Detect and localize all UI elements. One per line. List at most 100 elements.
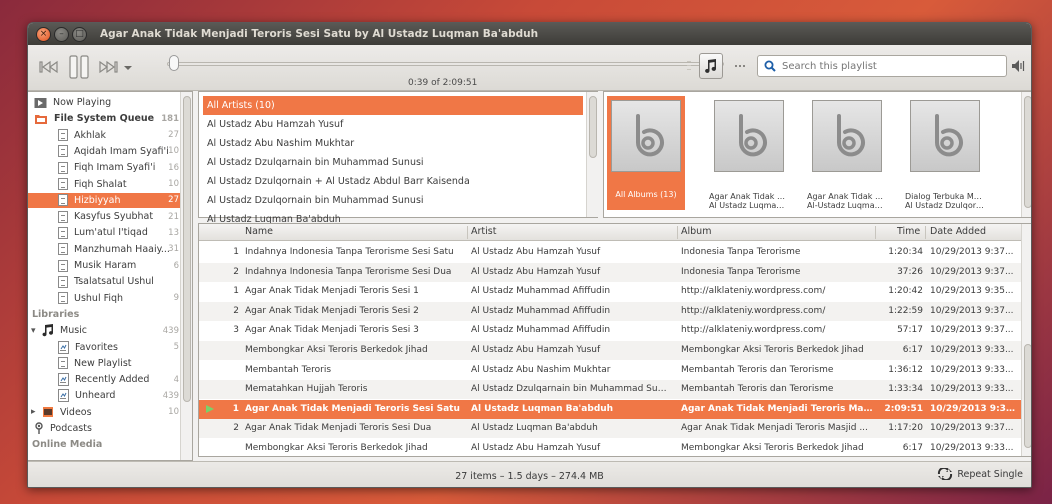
sidebar-item-label: Favorites bbox=[75, 341, 118, 353]
track-date-added: 10/29/2013 9:33... bbox=[930, 443, 1014, 453]
track-row[interactable]: 1 Agar Anak Tidak Menjadi Teroris Sesi Sa… bbox=[199, 399, 1021, 419]
sidebar-scrollbar[interactable] bbox=[180, 92, 192, 460]
sidebar-item-hizbiyyah[interactable]: Hizbiyyah 27 bbox=[28, 192, 183, 208]
track-row[interactable]: Membongkar Aksi Teroris Berkedok Jihad Al… bbox=[199, 341, 1021, 360]
album-tile[interactable]: Agar Anak Tidak Men...Al Ustadz Luqman B… bbox=[709, 100, 789, 210]
sidebar-item-new-playlist[interactable]: New Playlist bbox=[28, 356, 183, 371]
next-track-button[interactable] bbox=[97, 58, 119, 76]
artist-item[interactable]: Al Ustadz Dzulqornain bin Muhammad Sunus… bbox=[203, 191, 583, 210]
expanded-arrow-icon[interactable]: ▾ bbox=[31, 326, 36, 336]
sidebar-item-recently-added[interactable]: Recently Added 4 bbox=[28, 372, 183, 387]
player-toolbar: 0:39 of 2:09:51 bbox=[28, 45, 1031, 91]
track-time: 1:22:59 bbox=[888, 305, 923, 316]
track-row[interactable]: 2 Agar Anak Tidak Menjadi Teroris Sesi 2 A… bbox=[199, 301, 1021, 321]
track-date-added: 10/29/2013 9:35... bbox=[930, 286, 1014, 297]
view-options-icon[interactable] bbox=[734, 62, 746, 70]
album-scrollbar[interactable] bbox=[1021, 92, 1031, 217]
collapsed-arrow-icon[interactable]: ▸ bbox=[31, 407, 36, 417]
track-row[interactable]: Membantah Teroris Al Ustadz Abu Nashim Mu… bbox=[199, 361, 1021, 380]
seek-handle[interactable] bbox=[168, 55, 179, 71]
pause-button[interactable] bbox=[66, 52, 92, 82]
track-name: Membongkar Aksi Teroris Berkedok Jihad bbox=[245, 443, 428, 453]
sidebar-item-akhlak[interactable]: Akhlak 27 bbox=[28, 128, 183, 143]
track-date-added: 10/29/2013 9:37... bbox=[930, 403, 1018, 414]
artist-item[interactable]: Al Ustadz Abu Nashim Mukhtar bbox=[203, 134, 583, 153]
volume-icon[interactable] bbox=[1010, 58, 1026, 74]
seek-bar[interactable] bbox=[167, 62, 724, 66]
track-date-added: 10/29/2013 9:37... bbox=[930, 247, 1014, 257]
sidebar-item-podcasts[interactable]: Podcasts bbox=[28, 421, 183, 436]
artist-item[interactable]: Al Ustadz Abu Hamzah Yusuf bbox=[203, 115, 583, 134]
playlist-icon bbox=[58, 145, 68, 158]
sidebar-item-tsalatsatul-ushul[interactable]: Tsalatsatul Ushul bbox=[28, 274, 183, 289]
artist-scrollbar[interactable] bbox=[586, 92, 598, 217]
sidebar-item-music[interactable]: ▾ Music 439 bbox=[28, 323, 183, 338]
sidebar-item-favorites[interactable]: Favorites 5 bbox=[28, 340, 183, 355]
maximize-window-button[interactable]: □ bbox=[72, 26, 87, 42]
sidebar-item-aqidah-imam-syafi-i[interactable]: Aqidah Imam Syafi'i 10 bbox=[28, 144, 183, 159]
column-header-name[interactable]: Name bbox=[245, 226, 273, 237]
minimize-window-button[interactable]: – bbox=[54, 26, 69, 42]
all-artists-item[interactable]: All Artists (10) bbox=[203, 96, 583, 115]
column-header-artist[interactable]: Artist bbox=[471, 226, 496, 237]
track-row[interactable]: Mematahkan Hujjah Teroris Al Ustadz Dzulq… bbox=[199, 380, 1021, 400]
now-playing-indicator-icon bbox=[205, 404, 215, 417]
close-window-button[interactable]: × bbox=[36, 26, 51, 42]
track-row[interactable]: 1 Agar Anak Tidak Menjadi Teroris Sesi 1 A… bbox=[199, 282, 1021, 301]
track-scrollbar[interactable] bbox=[1021, 224, 1031, 456]
sidebar-item-unheard[interactable]: Unheard 439 bbox=[28, 388, 183, 403]
track-number: 3 bbox=[233, 325, 239, 336]
sidebar-item-lum-atul-i-tiqad[interactable]: Lum'atul I'tiqad 13 bbox=[28, 225, 183, 240]
track-row[interactable]: 2 Agar Anak Tidak Menjadi Teroris Sesi Du… bbox=[199, 419, 1021, 439]
repeat-mode-button[interactable]: Repeat Single bbox=[937, 468, 1023, 480]
album-tile[interactable]: Dialog Terbuka Mend...Al Ustadz Dzulqorn… bbox=[905, 100, 985, 210]
track-artist: Al Ustadz Abu Hamzah Yusuf bbox=[471, 266, 601, 277]
track-number: 1 bbox=[233, 286, 239, 297]
sidebar-item-kasyfus-syubhat[interactable]: Kasyfus Syubhat 21 bbox=[28, 209, 183, 224]
track-scroll-thumb[interactable] bbox=[1024, 344, 1031, 448]
playlist-icon bbox=[58, 243, 68, 256]
sidebar-item-count: 181 bbox=[161, 113, 179, 124]
album-cover-placeholder-icon bbox=[611, 100, 681, 172]
sidebar-item-ushul-fiqh[interactable]: Ushul Fiqh 9 bbox=[28, 291, 183, 306]
track-row[interactable]: 1 Indahnya Indonesia Tanpa Terorisme Sesi… bbox=[199, 243, 1021, 262]
sidebar-item-file-system-queue[interactable]: File System Queue 181 bbox=[28, 111, 183, 126]
track-artist: Al Ustadz Muhammad Afiffudin bbox=[471, 286, 611, 297]
sidebar-item-fiqh-imam-syafi-i[interactable]: Fiqh Imam Syafi'i 16 bbox=[28, 160, 183, 175]
column-header-album[interactable]: Album bbox=[681, 226, 711, 237]
music-view-button[interactable] bbox=[699, 53, 723, 79]
previous-track-button[interactable] bbox=[38, 58, 60, 76]
search-field[interactable] bbox=[757, 55, 1007, 77]
sidebar-item-label: Akhlak bbox=[74, 129, 106, 141]
track-time: 6:17 bbox=[902, 345, 923, 355]
sidebar-item-fiqh-shalat[interactable]: Fiqh Shalat 10 bbox=[28, 177, 183, 192]
playback-menu-arrow-icon[interactable] bbox=[123, 64, 133, 72]
artist-item[interactable]: Al Ustadz Dzulqornain + Al Ustadz Abdul … bbox=[203, 172, 583, 191]
album-scroll-thumb[interactable] bbox=[1024, 96, 1031, 208]
artist-item[interactable]: Al Ustadz Dzulqarnain bin Muhammad Sunus… bbox=[203, 153, 583, 172]
sidebar-item-count: 10 bbox=[168, 179, 179, 189]
search-icon bbox=[764, 60, 776, 72]
track-row[interactable]: 2 Indahnya Indonesia Tanpa Terorisme Sesi… bbox=[199, 262, 1021, 282]
sidebar-item-label: Unheard bbox=[75, 390, 116, 402]
track-row[interactable]: 3 Agar Anak Tidak Menjadi Teroris Sesi 3 A… bbox=[199, 321, 1021, 340]
album-tile[interactable]: Agar Anak Tidak Men...Al-Ustadz Luqman B… bbox=[807, 100, 887, 210]
track-row[interactable]: Membongkar Aksi Teroris Berkedok Jihad Al… bbox=[199, 439, 1021, 458]
sidebar-item-now-playing[interactable]: Now Playing bbox=[28, 95, 183, 110]
album-title: Agar Anak Tidak Men... bbox=[807, 192, 887, 201]
sidebar-scroll-thumb[interactable] bbox=[183, 96, 191, 402]
artist-name: Al Ustadz Dzulqornain bin Muhammad Sunus… bbox=[207, 195, 424, 206]
sidebar-item-label: Music bbox=[60, 325, 88, 337]
track-time: 1:17:20 bbox=[888, 423, 923, 434]
all-albums-tile[interactable]: All Albums (13) bbox=[607, 96, 685, 210]
sidebar-item-videos[interactable]: ▸ Videos 10 bbox=[28, 405, 183, 420]
sidebar-item-musik-haram[interactable]: Musik Haram 6 bbox=[28, 258, 183, 273]
sidebar-item-label: Tsalatsatul Ushul bbox=[74, 276, 154, 288]
sidebar-item-libraries: Libraries bbox=[28, 307, 183, 322]
artist-scroll-thumb[interactable] bbox=[589, 96, 597, 158]
search-input[interactable] bbox=[782, 60, 992, 72]
sidebar-item-manzhumah-haaiy[interactable]: Manzhumah Haaiy... 31 bbox=[28, 242, 183, 257]
column-header-time[interactable]: Time bbox=[897, 226, 920, 237]
column-header-date-added[interactable]: Date Added bbox=[930, 226, 986, 237]
playlist-icon bbox=[58, 194, 68, 207]
